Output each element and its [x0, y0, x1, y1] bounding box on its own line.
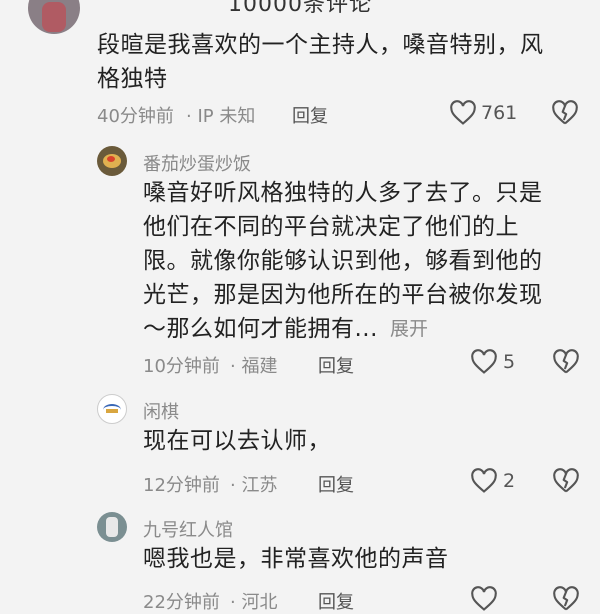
comment-text: 段暄是我喜欢的一个主持人，嗓音特别，风 [97, 32, 544, 58]
reply-button[interactable]: 回复 [318, 352, 354, 378]
comment-text: 嗯我也是，非常喜欢他的声音 [143, 546, 449, 572]
comment-location: · 福建 [230, 356, 278, 377]
like-count: 5 [503, 351, 516, 373]
comment-location: · 河北 [230, 592, 278, 613]
comment-text: ～那么如何才能拥有... [143, 316, 378, 342]
comment-time: 10分钟前 [143, 356, 220, 377]
broken-heart-icon[interactable] [552, 468, 580, 494]
comment-time: 40分钟前 [97, 106, 174, 127]
comment-text: 光芒，那是因为他所在的平台被你发现 [143, 282, 543, 308]
reply-button[interactable]: 回复 [318, 471, 354, 497]
comment-text: 限。就像你能够认识到他，够看到他的 [143, 248, 543, 274]
avatar[interactable] [28, 0, 80, 34]
broken-heart-icon[interactable] [552, 586, 580, 612]
avatar[interactable] [97, 394, 127, 424]
comment-text: 他们在不同的平台就决定了他们的上 [143, 214, 519, 240]
avatar[interactable] [97, 512, 127, 542]
comment-time: 22分钟前 [143, 592, 220, 613]
heart-outline-icon[interactable] [470, 586, 498, 612]
comment-text: 现在可以去认师， [143, 428, 331, 454]
heart-outline-icon[interactable] [470, 468, 498, 494]
heart-outline-icon[interactable] [449, 100, 477, 126]
comment-author[interactable]: 九号红人馆 [143, 516, 233, 542]
broken-heart-icon[interactable] [551, 100, 579, 126]
broken-heart-icon[interactable] [552, 349, 580, 375]
like-count: 761 [481, 102, 518, 124]
reply-button[interactable]: 回复 [318, 588, 354, 614]
comment-location: · IP 未知 [186, 106, 256, 127]
comment-time: 12分钟前 [143, 475, 220, 496]
comment-text: 嗓音好听风格独特的人多了去了。只是 [143, 180, 543, 206]
avatar[interactable] [97, 146, 127, 176]
expand-button[interactable]: 展开 [390, 314, 428, 341]
comments-count-title: 10000条评论 [228, 0, 372, 17]
comment-text: 格独特 [97, 66, 168, 92]
heart-outline-icon[interactable] [470, 349, 498, 375]
comment-location: · 江苏 [230, 475, 278, 496]
comment-author[interactable]: 闲棋 [143, 398, 179, 424]
like-count: 2 [503, 470, 516, 492]
comment-author[interactable]: 番茄炒蛋炒饭 [143, 150, 251, 176]
reply-button[interactable]: 回复 [292, 102, 328, 128]
